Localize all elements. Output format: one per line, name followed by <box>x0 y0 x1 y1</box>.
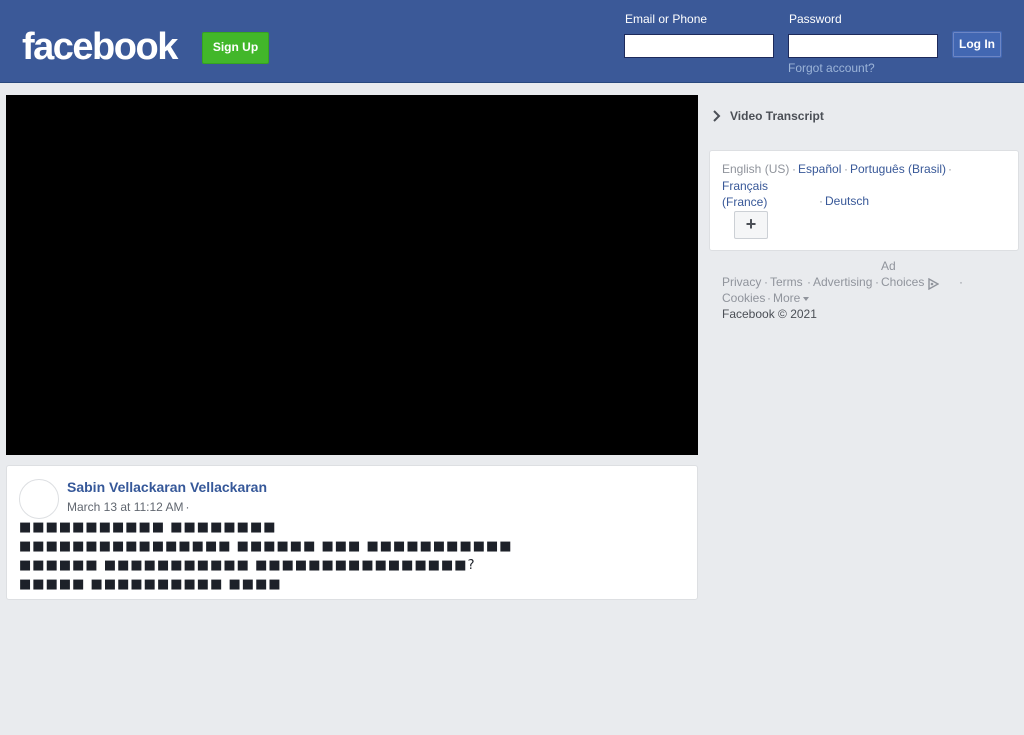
forgot-account-link[interactable]: Forgot account? <box>788 61 875 75</box>
chevron-right-icon <box>713 110 721 122</box>
video-player[interactable] <box>6 95 698 455</box>
language-link-portugues[interactable]: Português (Brasil) <box>850 162 946 176</box>
post-text-line: ■■■■■ ■■■■■■■■■■ ■■■■ <box>19 577 282 592</box>
more-languages-button[interactable]: + <box>734 211 768 239</box>
ad-label: Ad <box>881 259 896 273</box>
top-bar: facebook Sign Up Email or Phone Password… <box>0 0 1024 83</box>
password-label: Password <box>789 12 842 26</box>
footer-link-terms[interactable]: Terms <box>770 275 803 289</box>
separator: · <box>959 275 963 289</box>
separator: · <box>807 275 811 289</box>
footer-link-ad-choices[interactable]: Choices <box>881 275 924 289</box>
language-link-deutsch[interactable]: Deutsch <box>825 194 869 208</box>
post-date[interactable]: March 13 at 11:12 AM <box>67 500 184 514</box>
language-link-espanol[interactable]: Español <box>798 162 841 176</box>
post-text-line: ■■■■■■ ■■■■■■■■■■■ ■■■■■■■■■■■■■■■■? <box>19 558 476 573</box>
footer-link-more-label: More <box>773 291 801 305</box>
video-transcript-toggle[interactable]: Video Transcript <box>710 106 824 126</box>
separator: · <box>819 194 823 208</box>
sign-up-button[interactable]: Sign Up <box>202 32 269 64</box>
caret-down-icon <box>803 296 810 301</box>
post-author[interactable]: Sabin Vellackaran Vellackaran <box>67 479 267 495</box>
avatar[interactable] <box>19 479 59 519</box>
footer-link-advertising[interactable]: Advertising <box>813 275 872 289</box>
separator: · <box>948 162 952 176</box>
post-card: Sabin Vellackaran Vellackaran March 13 a… <box>6 465 698 600</box>
log-in-button[interactable]: Log In <box>952 31 1002 58</box>
language-current: English (US) <box>722 162 790 176</box>
separator: · <box>767 291 771 305</box>
footer-link-cookies[interactable]: Cookies <box>722 291 765 305</box>
post-timestamp[interactable]: March 13 at 11:12 AM · <box>67 500 190 514</box>
separator: · <box>792 162 796 176</box>
language-link-francais[interactable]: Français (France) <box>722 178 782 210</box>
language-selector: English (US) · Español · Português (Bras… <box>709 150 1019 251</box>
footer-link-privacy[interactable]: Privacy <box>722 275 761 289</box>
copyright: Facebook © 2021 <box>722 307 817 321</box>
separator: · <box>875 275 879 289</box>
video-transcript-label: Video Transcript <box>730 109 824 123</box>
footer-link-more[interactable]: More <box>773 291 810 305</box>
ad-choices-icon[interactable] <box>927 278 939 290</box>
post-date-separator: · <box>185 500 190 514</box>
separator: · <box>844 162 848 176</box>
post-text-line: ■■■■■■■■■■■ ■■■■■■■■ <box>19 520 277 535</box>
password-field[interactable] <box>788 34 938 58</box>
separator: · <box>764 275 768 289</box>
email-label: Email or Phone <box>625 12 708 26</box>
post-text-line: ■■■■■■■■■■■■■■■■ ■■■■■■ ■■■ ■■■■■■■■■■■ <box>19 539 513 554</box>
email-field[interactable] <box>624 34 774 58</box>
facebook-logo[interactable]: facebook <box>22 24 178 70</box>
